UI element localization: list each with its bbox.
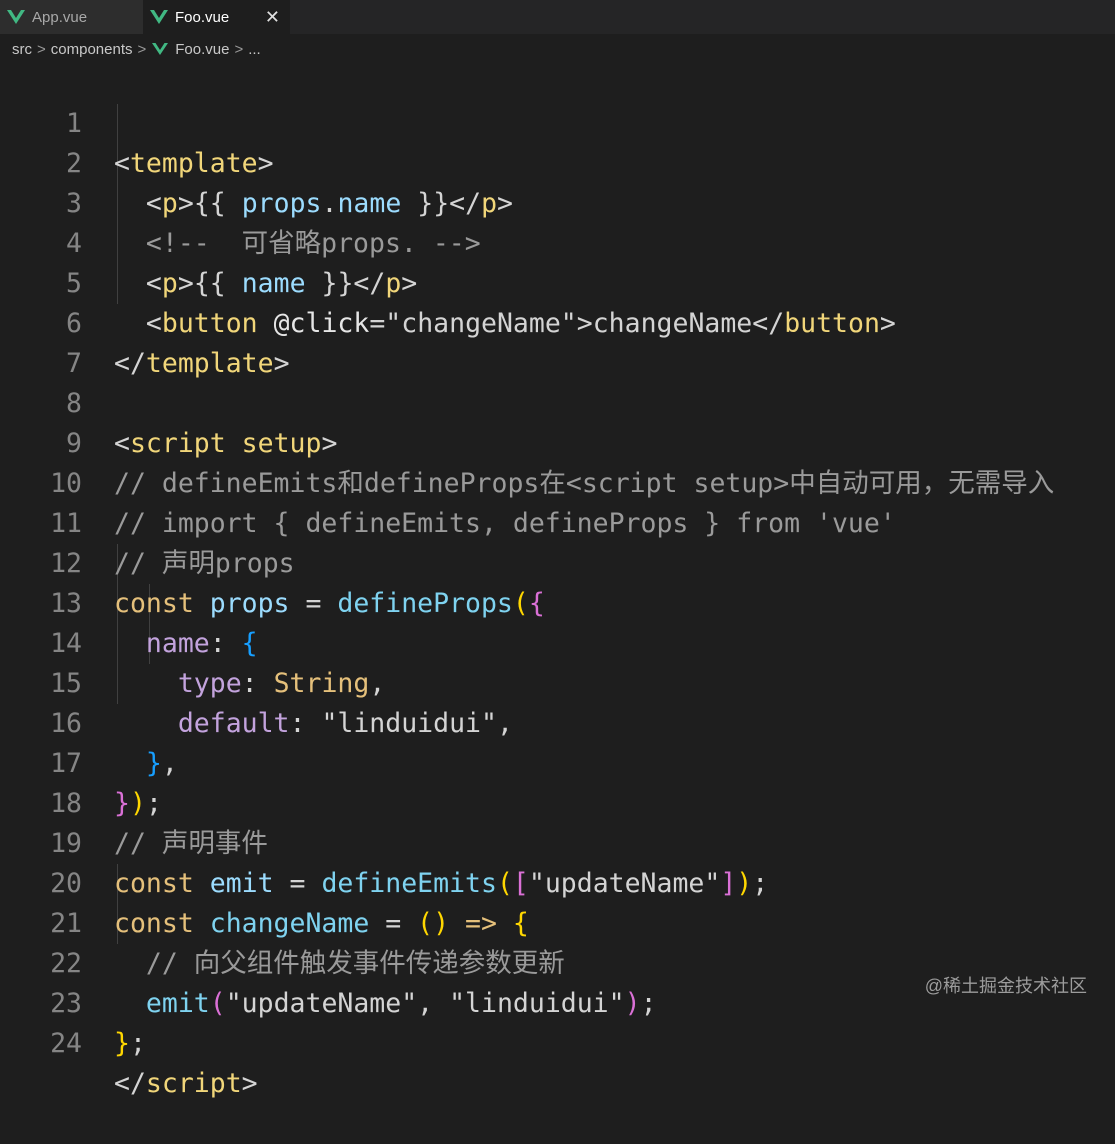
code-line: 12 const props = defineProps({	[0, 504, 1115, 619]
breadcrumb-item-src[interactable]: src	[12, 41, 32, 58]
breadcrumb-item-components[interactable]: components	[51, 41, 133, 58]
vue-file-icon	[152, 43, 169, 55]
tab-label: App.vue	[32, 8, 88, 26]
vue-file-icon	[7, 10, 25, 24]
code-line: 16 },	[0, 664, 1115, 779]
code-line: 19 const emit = defineEmits(["updateName…	[0, 784, 1115, 899]
chevron-right-icon: >	[37, 40, 46, 58]
code-line: 6 </template>	[0, 264, 1115, 379]
vue-file-icon	[150, 10, 168, 24]
code-line: 9 // defineEmits和defineProps在<script set…	[0, 384, 1115, 499]
breadcrumb-item-file[interactable]: Foo.vue	[175, 41, 229, 58]
code-line: 17 });	[0, 704, 1115, 819]
code-line: 7	[0, 304, 1115, 379]
tab-foo-vue[interactable]: Foo.vue ✕	[143, 0, 290, 34]
chevron-right-icon: >	[234, 40, 244, 58]
code-line: 20 const changeName = () => {	[0, 824, 1115, 939]
line-number: 24	[50, 1028, 82, 1059]
tab-label: Foo.vue	[175, 8, 230, 26]
editor-tab-bar: App.vue Foo.vue ✕	[0, 0, 1115, 34]
code-line: 2 <p>{{ props.name }}</p>	[0, 104, 1115, 219]
chevron-right-icon: >	[137, 40, 147, 58]
code-line: 15 default: "linduidui",	[0, 624, 1115, 739]
code-line: 4 <p>{{ name }}</p>	[0, 184, 1115, 299]
code-line: 8 <script setup>	[0, 344, 1115, 459]
watermark: @稀土掘金技术社区	[924, 976, 1087, 996]
breadcrumb-item-more[interactable]: ...	[248, 41, 261, 58]
breadcrumb: src > components > Foo.vue > ...	[0, 34, 1115, 64]
code-line: 22 emit("updateName", "linduidui");	[0, 904, 1115, 1019]
code-line: 1 <template>	[0, 64, 1115, 179]
code-line: 10 // import { defineEmits, defineProps …	[0, 424, 1115, 539]
code-line: 14 type: String,	[0, 584, 1115, 699]
tab-app-vue[interactable]: App.vue	[0, 0, 143, 34]
code-line: 3 <!-- 可省略props. -->	[0, 144, 1115, 259]
code-line: 18 // 声明事件	[0, 744, 1115, 859]
code-line: 21 // 向父组件触发事件传递参数更新	[0, 864, 1115, 979]
close-icon[interactable]: ✕	[265, 0, 280, 34]
code-line: 5 <button @click="changeName">changeName…	[0, 224, 1115, 339]
code-line: 11 // 声明props	[0, 464, 1115, 579]
code-line: 13 name: {	[0, 544, 1115, 659]
code-editor[interactable]: 1 <template> 2 <p>{{ props.name }}</p> 3…	[0, 64, 1115, 1099]
